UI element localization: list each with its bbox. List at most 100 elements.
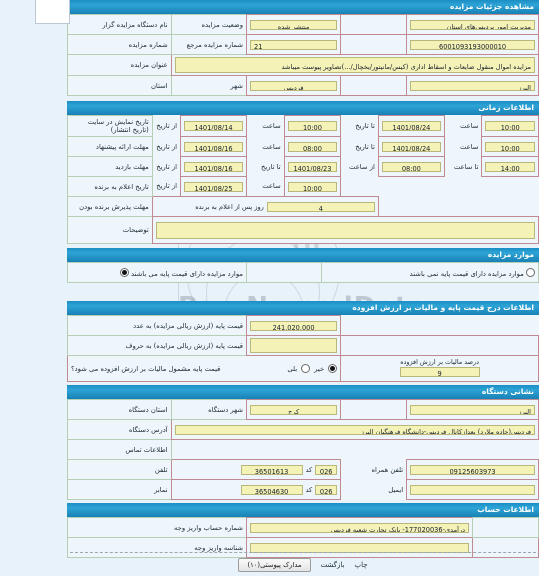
vat-percent-value[interactable]: 9 (399, 367, 480, 377)
dev-province-field-cell: البرز (406, 399, 539, 420)
dev-city-field-cell: کرج (245, 399, 342, 420)
section-header-device-location: نشانی دستگاه (67, 385, 539, 399)
visit-from-date[interactable]: 1401/08/16 (184, 161, 244, 172)
offer-row-label: مهلت ارائه پیشنهاد (67, 136, 153, 157)
visit-to-date-cell: 1401/08/23 (283, 156, 342, 177)
auction-no-spacer (340, 34, 408, 55)
phone-code-value[interactable]: 026 (315, 464, 338, 475)
account-no-value[interactable]: درآمدی-177020036- بانک تجارت شعبه فردیس (249, 522, 470, 533)
phone-number-value[interactable]: 36501613 (240, 464, 303, 475)
city-value[interactable]: فردیس (250, 80, 338, 91)
dev-province-value[interactable]: البرز (410, 404, 535, 415)
visit-to-hour-tag: تا ساعت (444, 156, 482, 177)
back-link[interactable]: بازگشت (321, 561, 345, 569)
fax-code-value[interactable]: 026 (315, 484, 338, 495)
vat-question-label: قیمت پایه مشمول مالیات بر ارزش افزوده می… (71, 364, 221, 373)
accept-label: مهلت پذیرش برنده بودن (67, 196, 153, 217)
status-value[interactable]: منتشر شده (250, 19, 338, 30)
dev-address-label: آدرس دستگاه (67, 419, 172, 440)
auction-title-field-cell: مزایده اموال منقول ضایعات و اسقاط اداری … (170, 54, 539, 76)
attachments-button[interactable]: مدارک پیوستی(۱۰) (238, 558, 311, 572)
contact-info-label: اطلاعات تماس (67, 439, 172, 460)
organizer-value[interactable]: مدیریت امور پردیس‌های استان (410, 19, 535, 30)
dev-province-spacer (340, 399, 408, 420)
price-tax-table: 241,020,000 قیمت پایه (ارزش ریالی مزایده… (66, 315, 539, 382)
table-row: 241,020,000 قیمت پایه (ارزش ریالی مزایده… (67, 315, 539, 336)
iban-value[interactable] (249, 542, 470, 553)
email-field-cell (406, 479, 539, 500)
table-row: البرز فردیس شهر استان (67, 75, 539, 96)
section-header-price-tax: اطلاعات درج قیمت پایه و مالیات بر ارزش ا… (67, 301, 539, 315)
offer-to-hour-tag: ساعت (444, 136, 482, 157)
fax-code-tag: کد (305, 485, 313, 494)
vat-question-cell: خیر بلی قیمت پایه مشمول مالیات بر ارزش ا… (66, 355, 342, 382)
auction-title-value[interactable]: مزایده اموال منقول ضایعات و اسقاط اداری … (174, 57, 535, 73)
account-no-field-cell: درآمدی-177020036- بانک تجارت شعبه فردیس (245, 517, 474, 538)
radio-with-base-price[interactable] (119, 267, 129, 277)
offer-to-time[interactable]: 10:00 (485, 141, 535, 152)
radio-vat-no[interactable] (328, 364, 338, 373)
auction-no-value[interactable]: 6001093193000010 (410, 39, 535, 50)
province-value[interactable]: البرز (410, 80, 535, 91)
offer-to-date[interactable]: 1401/08/24 (381, 141, 441, 152)
base-price-words-spacer (340, 335, 539, 356)
option-without-base-cell[interactable]: موارد مزایده دارای قیمت پایه نمی باشند (321, 262, 539, 283)
mobile-field-cell: 09125603973 (406, 459, 539, 480)
notes-value[interactable] (155, 221, 535, 239)
announce-date[interactable]: 1401/08/25 (184, 181, 244, 192)
table-row: 4 روز پس از اعلام به برنده مهلت پذیرش بر… (67, 196, 539, 217)
ref-no-value[interactable]: 21 (250, 39, 338, 50)
footer-divider (70, 552, 536, 553)
province-field-cell: البرز (406, 75, 539, 96)
announce-pad-a (481, 176, 539, 197)
mobile-value[interactable]: 09125603973 (410, 464, 535, 475)
section-header-time-info: اطلاعات زمانی (67, 101, 539, 115)
announce-time[interactable]: 10:00 (287, 181, 338, 192)
visit-from-time[interactable]: 08:00 (381, 161, 441, 172)
offer-from-date[interactable]: 1401/08/16 (184, 141, 244, 152)
email-value[interactable] (410, 484, 535, 495)
table-row: 09125603973 تلفن همراه 026 کد 36501613 ت… (67, 459, 539, 480)
publish-from-date-cell: 1401/08/14 (180, 115, 248, 137)
publish-from-time[interactable]: 10:00 (287, 121, 338, 131)
accept-days-value[interactable]: 4 (266, 201, 375, 212)
visit-row-label: مهلت بازدید (67, 156, 153, 177)
account-no-label: شماره حساب واریز وجه (67, 517, 247, 538)
announce-pad-d (340, 176, 379, 197)
table-row: قیمت پایه (ارزش ریالی مزایده) به حروف (67, 335, 539, 356)
dev-address-value[interactable]: فردیس(جاده ملارد) بعدازکانال فردیس-دانشگ… (174, 424, 535, 435)
offer-from-hour-tag: ساعت (246, 136, 285, 157)
organizer-field-cell: مدیریت امور پردیس‌های استان (406, 14, 539, 35)
city-field-cell: فردیس (245, 75, 342, 96)
table-row: البرز کرج شهر دستگاه استان دستگاه (67, 399, 539, 420)
auction-detail-sheet: مشاهده جزئیات مزایده مدیریت امور پردیس‌ه… (66, 0, 539, 558)
dev-city-label: شهر دستگاه (170, 399, 248, 420)
base-price-value[interactable]: 241,020,000 (250, 320, 338, 331)
offer-from-time[interactable]: 08:00 (287, 141, 338, 152)
table-row: فردیس(جاده ملارد) بعدازکانال فردیس-دانشگ… (67, 419, 539, 440)
option-with-base-cell[interactable]: موارد مزایده دارای قیمت پایه می باشند (67, 262, 247, 283)
top-left-placeholder-box (35, 0, 70, 24)
base-price-words-value[interactable] (250, 338, 338, 353)
publish-to-date[interactable]: 1401/08/24 (381, 121, 441, 131)
publish-to-time[interactable]: 10:00 (485, 121, 535, 131)
announce-date-cell: 1401/08/25 (180, 176, 248, 197)
table-row: درآمدی-177020036- بانک تجارت شعبه فردیس … (67, 517, 539, 538)
organizer-label: نام دستگاه مزایده گزار (67, 14, 172, 35)
province-label: استان (67, 75, 172, 96)
announce-hour-tag: ساعت (246, 176, 285, 197)
visit-to-time[interactable]: 14:00 (485, 161, 535, 172)
accept-pad-a (481, 196, 539, 217)
auction-title-label: عنوان مزایده (67, 54, 172, 76)
visit-from-time-cell: 08:00 (377, 156, 445, 177)
fax-number-value[interactable]: 36504630 (240, 484, 303, 495)
visit-to-date[interactable]: 1401/08/23 (287, 161, 338, 172)
auction-no-field-cell: 6001093193000010 (406, 34, 539, 55)
radio-vat-yes[interactable] (301, 364, 311, 373)
publish-from-date[interactable]: 1401/08/14 (184, 121, 244, 131)
publish-to-tag: تا تاریخ (340, 115, 379, 137)
print-link[interactable]: چاپ (354, 561, 367, 569)
radio-without-base-price[interactable] (526, 267, 535, 277)
fax-label: نمابر (67, 479, 172, 500)
dev-city-value[interactable]: کرج (250, 404, 338, 415)
